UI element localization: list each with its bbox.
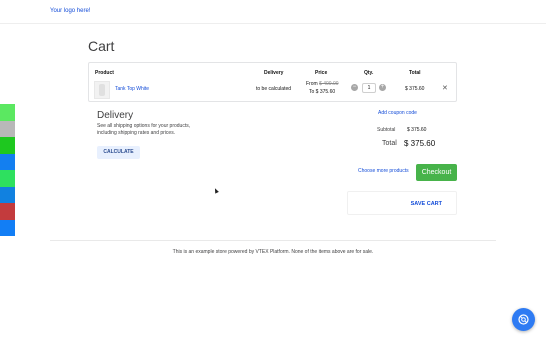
add-coupon-link[interactable]: Add coupon code <box>378 110 417 116</box>
plus-icon: + <box>380 84 385 90</box>
quantity-input[interactable]: 1 <box>362 83 376 93</box>
swatch-3 <box>0 137 15 154</box>
increase-quantity-button[interactable]: + <box>379 84 386 91</box>
swatch-7 <box>0 203 15 220</box>
save-cart-button[interactable]: SAVE CART <box>347 191 457 215</box>
product-name-link[interactable]: Tank Top White <box>115 86 149 92</box>
swatch-8 <box>0 219 15 236</box>
color-swatch-column <box>0 104 15 236</box>
footer-text: This is an example store powered by VTEX… <box>172 249 374 255</box>
page-title: Cart <box>88 38 115 54</box>
minus-icon: − <box>352 84 357 90</box>
column-header-price: Price <box>315 70 328 76</box>
mouse-cursor-icon <box>213 187 219 194</box>
column-header-total: Total <box>409 70 421 76</box>
delivery-description: See all shipping options for your produc… <box>97 123 191 136</box>
decrease-quantity-button[interactable]: − <box>351 84 358 91</box>
swatch-1 <box>0 104 15 121</box>
product-thumbnail[interactable] <box>94 81 110 99</box>
swatch-5 <box>0 170 15 187</box>
subtotal-label: Subtotal <box>377 127 396 133</box>
checkout-button[interactable]: Checkout <box>416 164 457 181</box>
price-from: From $ 400.00 <box>306 81 339 87</box>
delivery-heading: Delivery <box>97 110 134 121</box>
price-current: To $ 375.60 <box>309 89 336 95</box>
total-label: Total <box>382 140 397 147</box>
delivery-status: to be calculated <box>256 86 292 92</box>
help-chat-button[interactable] <box>512 308 535 331</box>
column-header-product: Product <box>95 70 114 76</box>
header-divider <box>0 23 546 24</box>
item-total: $ 375.60 <box>405 86 425 92</box>
footer-divider <box>50 240 496 241</box>
swatch-4 <box>0 153 15 170</box>
column-header-delivery: Delivery <box>264 70 284 76</box>
swatch-6 <box>0 186 15 203</box>
total-value: $ 375.60 <box>404 139 436 148</box>
remove-item-icon[interactable]: ✕ <box>442 84 448 92</box>
calculate-shipping-button[interactable]: CALCULATE <box>97 146 140 159</box>
lifebuoy-icon <box>518 314 529 325</box>
store-logo-link[interactable]: Your logo here! <box>50 8 90 14</box>
price-from-label: From <box>306 81 318 87</box>
choose-more-products-link[interactable]: Choose more products <box>358 168 409 174</box>
cart-table: Product Delivery Price Qty. Total Tank T… <box>88 62 457 102</box>
subtotal-value: $ 375.60 <box>407 127 427 133</box>
swatch-2 <box>0 120 15 137</box>
price-original: $ 400.00 <box>319 81 339 87</box>
column-header-qty: Qty. <box>364 70 374 76</box>
